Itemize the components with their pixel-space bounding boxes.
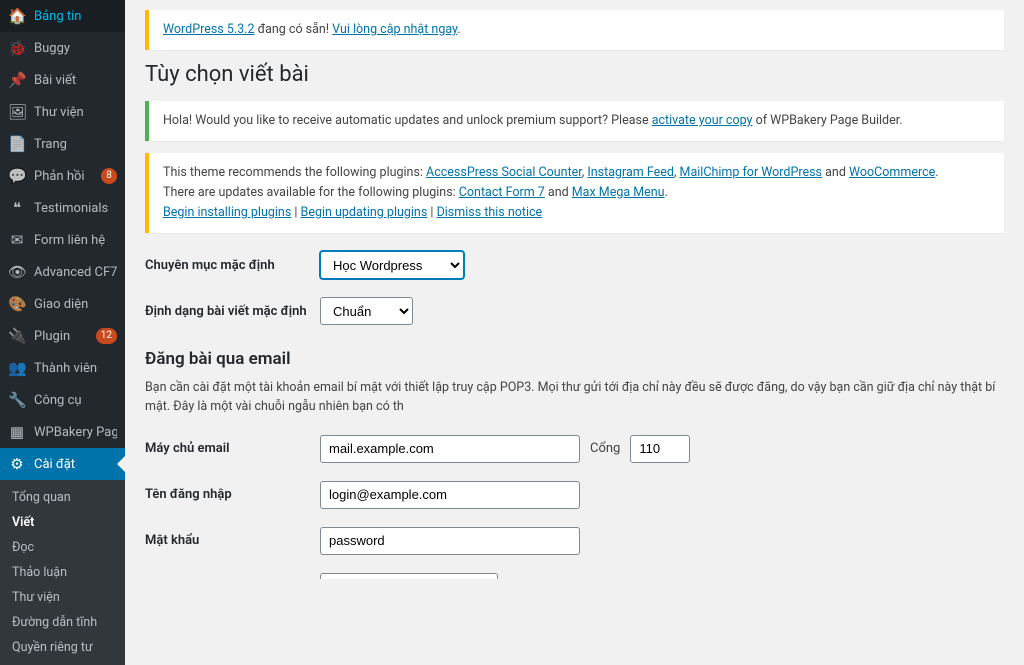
sidebar-item-5[interactable]: 💬 Phản hồi 8 [0,160,125,192]
wp-update-notice: WordPress 5.3.2 đang có sẵn! Vui lòng cậ… [145,10,1004,50]
main-content: WordPress 5.3.2 đang có sẵn! Vui lòng cậ… [125,0,1024,579]
login-label: Tên đăng nhập [145,487,320,502]
menu-icon: ✉ [8,231,26,249]
sidebar-item-9[interactable]: 🎨 Giao diện [0,288,125,320]
plugin-recommend-notice: This theme recommends the following plug… [145,153,1004,233]
plugin-action-link[interactable]: Begin updating plugins [301,205,428,220]
plugin-link[interactable]: MailChimp for WordPress [680,165,822,180]
mail-category-select[interactable]: Chưa được phân loại [320,573,498,580]
sidebar-item-8[interactable]: 👁 Advanced CF7 DB [0,256,125,288]
menu-icon: ⚙ [8,455,26,473]
port-label: Cổng [590,441,620,456]
sidebar-item-2[interactable]: 📌 Bài viết [0,64,125,96]
menu-label: Testimonials [34,201,117,216]
sidebar-item-1[interactable]: 🐞 Buggy [0,32,125,64]
plugin-link[interactable]: Instagram Feed [587,165,674,180]
menu-icon: ❝ [8,199,26,217]
menu-label: WPBakery Page Builder [34,425,117,440]
activate-copy-link[interactable]: activate your copy [652,113,753,128]
plugin-action-link[interactable]: Dismiss this notice [437,205,543,220]
default-category-label: Chuyên mục mặc định [145,258,320,273]
menu-icon: 🔌 [8,327,26,345]
page-title: Tùy chọn viết bài [145,62,1004,87]
plugin-link[interactable]: Max Mega Menu [572,185,665,200]
plugin-link[interactable]: AccessPress Social Counter [426,165,582,180]
sidebar-item-7[interactable]: ✉ Form liên hệ [0,224,125,256]
count-badge: 8 [101,168,117,184]
menu-icon: 🏠 [8,7,26,25]
menu-label: Advanced CF7 DB [34,265,117,280]
menu-label: Thành viên [34,361,117,376]
menu-icon: 🔧 [8,391,26,409]
sidebar-item-0[interactable]: 🏠 Bảng tin [0,0,125,32]
menu-label: Bảng tin [34,9,117,24]
submenu-item-1[interactable]: Viết [0,510,125,535]
update-now-link[interactable]: Vui lòng cập nhật ngay [332,22,457,37]
plugin-link[interactable]: WooCommerce [849,165,935,180]
menu-icon: 🎨 [8,295,26,313]
admin-sidebar: 🏠 Bảng tin 🐞 Buggy 📌 Bài viết 🖼 Thư viện 📄 Trang 💬… [0,0,125,579]
email-section-title: Đăng bài qua email [145,349,1004,369]
count-badge: 12 [96,328,117,344]
plugin-action-link[interactable]: Begin installing plugins [163,205,291,220]
default-format-label: Định dạng bài viết mặc định [145,304,320,319]
default-category-select[interactable]: Học Wordpress [320,251,464,279]
menu-icon: 🖼 [8,103,26,121]
menu-label: Giao diện [34,297,117,312]
sidebar-item-11[interactable]: 👥 Thành viên [0,352,125,384]
settings-submenu: Tổng quanViếtĐọcThảo luậnThư việnĐường d… [0,480,125,665]
plugin-link[interactable]: Contact Form 7 [459,185,545,200]
login-input[interactable] [320,481,580,509]
sidebar-item-14[interactable]: ⚙ Cài đặt [0,448,125,480]
submenu-item-0[interactable]: Tổng quan [0,485,125,510]
password-label: Mật khẩu [145,533,320,548]
password-input[interactable] [320,527,580,555]
submenu-item-5[interactable]: Đường dẫn tĩnh [0,610,125,635]
menu-label: Trang [34,137,117,152]
menu-icon: 💬 [8,167,26,185]
sidebar-item-4[interactable]: 📄 Trang [0,128,125,160]
submenu-item-4[interactable]: Thư viện [0,585,125,610]
menu-label: Thư viện [34,105,117,120]
menu-label: Form liên hệ [34,233,117,248]
sidebar-item-10[interactable]: 🔌 Plugin 12 [0,320,125,352]
mail-server-input[interactable] [320,435,580,463]
menu-icon: 👥 [8,359,26,377]
submenu-item-6[interactable]: Quyền riêng tư [0,635,125,660]
menu-icon: 📄 [8,135,26,153]
menu-icon: ▦ [8,423,26,441]
default-format-select[interactable]: Chuẩn [320,297,413,325]
menu-label: Công cụ [34,393,117,408]
menu-icon: 📌 [8,71,26,89]
sidebar-item-12[interactable]: 🔧 Công cụ [0,384,125,416]
menu-label: Plugin [34,329,88,344]
sidebar-item-6[interactable]: ❝ Testimonials [0,192,125,224]
menu-label: Bài viết [34,73,117,88]
wp-version-link[interactable]: WordPress 5.3.2 [163,22,255,37]
menu-label: Phản hồi [34,169,93,184]
menu-label: Cài đặt [34,457,117,472]
sidebar-item-3[interactable]: 🖼 Thư viện [0,96,125,128]
sidebar-item-13[interactable]: ▦ WPBakery Page Builder [0,416,125,448]
submenu-item-3[interactable]: Thảo luận [0,560,125,585]
mail-server-label: Máy chủ email [145,441,320,456]
port-input[interactable] [630,435,690,463]
email-section-desc: Bạn cần cài đặt một tài khoản email bí m… [145,379,1004,417]
wpbakery-notice: Hola! Would you like to receive automati… [145,101,1004,141]
submenu-item-2[interactable]: Đọc [0,535,125,560]
menu-label: Buggy [34,41,117,56]
menu-icon: 👁 [8,263,26,281]
menu-icon: 🐞 [8,39,26,57]
